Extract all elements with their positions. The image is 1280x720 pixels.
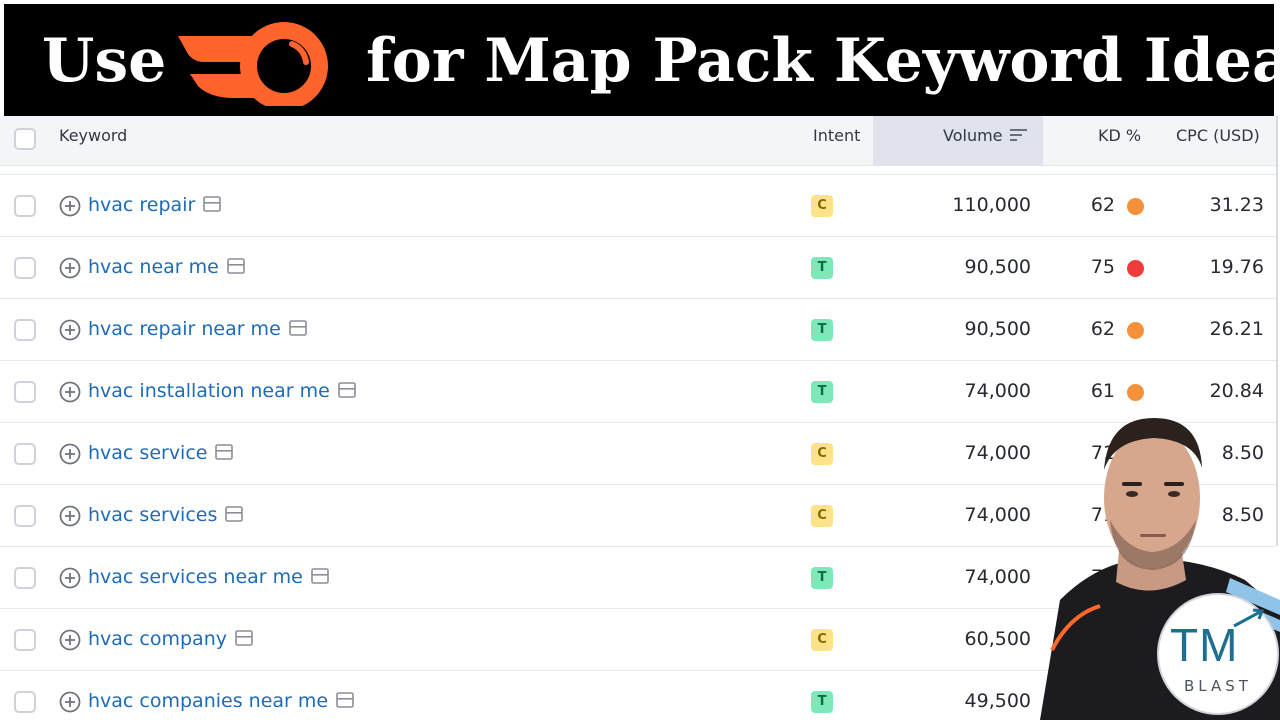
row-checkbox[interactable] bbox=[14, 381, 36, 403]
add-to-list-icon[interactable] bbox=[59, 443, 81, 465]
row-checkbox[interactable] bbox=[14, 629, 36, 651]
keyword-text[interactable]: hvac service bbox=[88, 442, 207, 464]
intent-badge[interactable]: T bbox=[811, 691, 833, 713]
serp-features-icon[interactable] bbox=[311, 568, 329, 584]
kd-value: 62 bbox=[1090, 318, 1115, 340]
kd-difficulty-dot bbox=[1127, 260, 1144, 277]
column-header-keyword[interactable]: Keyword bbox=[59, 126, 127, 145]
cpc-value: 26.21 bbox=[1209, 318, 1264, 340]
keyword-link[interactable]: hvac repair near me bbox=[88, 318, 307, 340]
serp-features-icon[interactable] bbox=[203, 196, 222, 212]
tm-letters: TM bbox=[1170, 619, 1239, 671]
keyword-link[interactable]: hvac installation near me bbox=[88, 380, 356, 402]
keyword-text[interactable]: hvac repair bbox=[88, 194, 195, 216]
table-row[interactable]: hvac repair C 110,000 62 31.23 bbox=[0, 175, 1276, 237]
banner-text-use: Use bbox=[42, 26, 167, 96]
add-to-list-icon[interactable] bbox=[59, 691, 81, 713]
keyword-text[interactable]: hvac services bbox=[88, 504, 217, 526]
serp-features-icon[interactable] bbox=[225, 506, 244, 522]
kd-difficulty-dot bbox=[1127, 384, 1144, 401]
add-to-list-icon[interactable] bbox=[59, 257, 81, 279]
row-checkbox[interactable] bbox=[14, 195, 36, 217]
intent-badge[interactable]: T bbox=[811, 381, 833, 403]
row-checkbox[interactable] bbox=[14, 691, 36, 713]
volume-value: 60,500 bbox=[964, 628, 1031, 650]
sort-descending-icon[interactable] bbox=[1010, 128, 1028, 142]
serp-features-icon[interactable] bbox=[235, 630, 253, 646]
keyword-text[interactable]: hvac near me bbox=[88, 256, 219, 278]
add-to-list-icon[interactable] bbox=[59, 195, 81, 217]
column-header-cpc[interactable]: CPC (USD) bbox=[1176, 126, 1260, 145]
banner-text-title: for Map Pack Keyword Ideas bbox=[366, 26, 1280, 96]
serp-features-icon[interactable] bbox=[227, 258, 245, 274]
add-to-list-icon[interactable] bbox=[59, 567, 81, 589]
kd-value: 61 bbox=[1090, 380, 1115, 402]
volume-value: 49,500 bbox=[964, 690, 1031, 712]
add-to-list-icon[interactable] bbox=[59, 505, 81, 527]
keyword-text[interactable]: hvac services near me bbox=[88, 566, 303, 588]
volume-value: 74,000 bbox=[964, 442, 1031, 464]
keyword-link[interactable]: hvac company bbox=[88, 628, 253, 650]
add-to-list-icon[interactable] bbox=[59, 319, 81, 341]
keyword-text[interactable]: hvac company bbox=[88, 628, 227, 650]
keyword-text[interactable]: hvac repair near me bbox=[88, 318, 281, 340]
keyword-link[interactable]: hvac near me bbox=[88, 256, 245, 278]
row-checkbox[interactable] bbox=[14, 567, 36, 589]
volume-value: 74,000 bbox=[964, 380, 1031, 402]
cpc-value: 19.76 bbox=[1209, 256, 1264, 278]
cpc-value: 20.84 bbox=[1209, 380, 1264, 402]
cpc-value: 31.23 bbox=[1209, 194, 1264, 216]
row-checkbox[interactable] bbox=[14, 505, 36, 527]
kd-difficulty-dot bbox=[1127, 198, 1144, 215]
table-header: Keyword Intent Volume KD % CPC (USD) bbox=[0, 116, 1276, 166]
serp-features-icon[interactable] bbox=[215, 444, 234, 460]
keyword-link[interactable]: hvac repair bbox=[88, 194, 222, 216]
volume-value: 90,500 bbox=[964, 318, 1031, 340]
add-to-list-icon[interactable] bbox=[59, 629, 81, 651]
add-to-list-icon[interactable] bbox=[59, 381, 81, 403]
volume-value: 74,000 bbox=[964, 504, 1031, 526]
row-checkbox[interactable] bbox=[14, 443, 36, 465]
intent-badge[interactable]: C bbox=[811, 629, 833, 651]
title-banner: Use for Map Pack Keyword Ideas bbox=[4, 4, 1280, 116]
intent-badge[interactable]: T bbox=[811, 319, 833, 341]
column-header-volume[interactable]: Volume bbox=[943, 126, 1003, 145]
table-row[interactable]: hvac near me T 90,500 75 19.76 bbox=[0, 237, 1276, 299]
keyword-link[interactable]: hvac companies near me bbox=[88, 690, 354, 712]
blast-word: BLAST bbox=[1184, 677, 1252, 695]
keyword-link[interactable]: hvac services near me bbox=[88, 566, 329, 588]
volume-value: 110,000 bbox=[952, 194, 1031, 216]
keyword-link[interactable]: hvac service bbox=[88, 442, 234, 464]
semrush-logo-icon bbox=[178, 22, 328, 106]
intent-badge[interactable]: C bbox=[811, 443, 833, 465]
volume-value: 90,500 bbox=[964, 256, 1031, 278]
volume-value: 74,000 bbox=[964, 566, 1031, 588]
intent-badge[interactable]: T bbox=[811, 257, 833, 279]
serp-features-icon[interactable] bbox=[336, 692, 354, 708]
serp-features-icon[interactable] bbox=[288, 320, 307, 336]
kd-difficulty-dot bbox=[1127, 322, 1144, 339]
tm-blast-logo: TM BLAST bbox=[1156, 592, 1280, 716]
kd-value: 75 bbox=[1090, 256, 1115, 278]
intent-badge[interactable]: C bbox=[811, 195, 833, 217]
row-checkbox[interactable] bbox=[14, 319, 36, 341]
table-row[interactable]: hvac repair near me T 90,500 62 26.21 bbox=[0, 299, 1276, 361]
intent-badge[interactable]: C bbox=[811, 505, 833, 527]
intent-badge[interactable]: T bbox=[811, 567, 833, 589]
select-all-checkbox[interactable] bbox=[14, 128, 36, 150]
serp-features-icon[interactable] bbox=[337, 382, 356, 398]
column-header-kd[interactable]: KD % bbox=[1098, 126, 1141, 145]
kd-value: 62 bbox=[1090, 194, 1115, 216]
keyword-text[interactable]: hvac companies near me bbox=[88, 690, 328, 712]
row-checkbox[interactable] bbox=[14, 257, 36, 279]
keyword-link[interactable]: hvac services bbox=[88, 504, 244, 526]
column-header-intent[interactable]: Intent bbox=[813, 126, 860, 145]
keyword-text[interactable]: hvac installation near me bbox=[88, 380, 330, 402]
